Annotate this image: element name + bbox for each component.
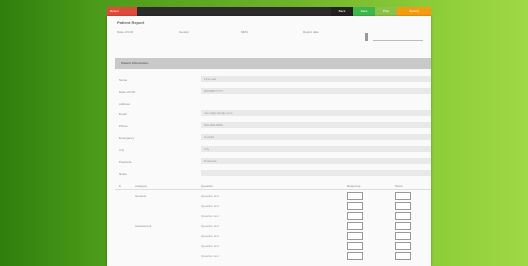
question-text: Question text xyxy=(201,194,219,198)
submit-button[interactable]: Submit xyxy=(397,7,431,16)
field-input[interactable]: DD/MM/YYYY xyxy=(201,88,431,94)
score-select[interactable] xyxy=(395,202,411,210)
table-row: Question text xyxy=(115,201,431,210)
field-label: Date of birth xyxy=(119,90,136,94)
question-text: Question text xyxy=(201,204,219,208)
response-input[interactable] xyxy=(347,232,363,240)
table-row: Question text xyxy=(115,231,431,240)
header-field-dob: Date of birth xyxy=(117,30,134,34)
form-row: Notes xyxy=(115,170,431,177)
score-select[interactable] xyxy=(395,212,411,220)
field-label: Phone xyxy=(119,124,128,128)
print-label: Print xyxy=(382,9,390,13)
form-row: Email name@example.com xyxy=(115,110,431,117)
response-input[interactable] xyxy=(347,192,363,200)
question-text: Question text xyxy=(201,254,219,258)
form-row: Name First Last xyxy=(115,76,431,83)
score-select[interactable] xyxy=(395,242,411,250)
form-row: Emergency Contact xyxy=(115,134,431,141)
field-value: Postcode xyxy=(204,159,217,163)
form-row: Date of birth DD/MM/YYYY xyxy=(115,88,431,95)
field-input[interactable]: 000-000-0000 xyxy=(201,122,431,128)
field-value: City xyxy=(204,147,210,151)
field-input[interactable] xyxy=(201,170,431,176)
response-input[interactable] xyxy=(347,252,363,260)
response-input[interactable] xyxy=(347,242,363,250)
response-input[interactable] xyxy=(347,202,363,210)
table-row: Question text xyxy=(115,251,431,260)
question-text: Question text xyxy=(201,224,219,228)
header-field-report-date: Report date xyxy=(303,30,319,34)
header-field-gender: Gender xyxy=(179,30,190,34)
form-row: City City xyxy=(115,146,431,153)
table-row: Question text xyxy=(115,241,431,250)
score-select[interactable] xyxy=(395,222,411,230)
signature-line xyxy=(373,40,423,41)
form-row: Address xyxy=(115,100,431,107)
category-label: General xyxy=(135,194,146,198)
field-label: City xyxy=(119,148,125,152)
score-select[interactable] xyxy=(395,232,411,240)
field-value: DD/MM/YYYY xyxy=(204,89,224,93)
field-input[interactable]: Contact xyxy=(201,134,431,140)
question-text: Question text xyxy=(201,244,219,248)
field-value: 000-000-0000 xyxy=(204,123,223,127)
return-label: Return xyxy=(110,9,120,13)
field-label: Emergency xyxy=(119,136,135,140)
table-row: Assessment Question text xyxy=(115,221,431,230)
question-text: Question text xyxy=(201,214,219,218)
header-field-mrn: MRN xyxy=(241,30,248,34)
field-label: Email xyxy=(119,112,127,116)
table-header: # Category Question Response Score xyxy=(115,182,431,190)
response-input[interactable] xyxy=(347,212,363,220)
save-label: Save xyxy=(360,9,368,13)
submit-label: Submit xyxy=(409,9,419,13)
section-title: Patient Information xyxy=(121,61,149,65)
category-label: Assessment xyxy=(135,224,152,228)
field-label: Notes xyxy=(119,172,127,176)
field-input[interactable]: City xyxy=(201,146,431,152)
field-label: Address xyxy=(119,102,131,106)
col-header: Question xyxy=(201,184,214,188)
page-title: Patient Report xyxy=(117,20,145,25)
score-select[interactable] xyxy=(395,252,411,260)
section-header: Patient Information xyxy=(115,58,431,69)
score-select[interactable] xyxy=(395,192,411,200)
report-sheet: Patient Report Date of birth Gender MRN … xyxy=(107,16,431,266)
top-toolbar: Return Back Save Print Submit xyxy=(107,7,431,16)
field-value: First Last xyxy=(204,77,217,81)
signature-icon xyxy=(365,33,368,41)
table-row: General Question text xyxy=(115,191,431,200)
field-input[interactable]: name@example.com xyxy=(201,110,431,116)
return-button[interactable]: Return xyxy=(107,7,137,16)
field-label: Postcode xyxy=(119,160,132,164)
back-button[interactable]: Back xyxy=(331,7,353,16)
question-text: Question text xyxy=(201,234,219,238)
form-row: Phone 000-000-0000 xyxy=(115,122,431,129)
table-row: Question text xyxy=(115,211,431,220)
col-header: Category xyxy=(135,184,148,188)
col-header: # xyxy=(119,184,121,188)
field-value: name@example.com xyxy=(204,111,233,115)
back-label: Back xyxy=(338,9,346,13)
col-header: Response xyxy=(347,184,361,188)
save-button[interactable]: Save xyxy=(353,7,375,16)
field-value: Contact xyxy=(204,135,215,139)
response-input[interactable] xyxy=(347,222,363,230)
form-row: Postcode Postcode xyxy=(115,158,431,165)
col-header: Score xyxy=(395,184,403,188)
field-input[interactable]: First Last xyxy=(201,76,431,82)
field-input[interactable]: Postcode xyxy=(201,158,431,164)
field-label: Name xyxy=(119,78,128,82)
print-button[interactable]: Print xyxy=(375,7,397,16)
